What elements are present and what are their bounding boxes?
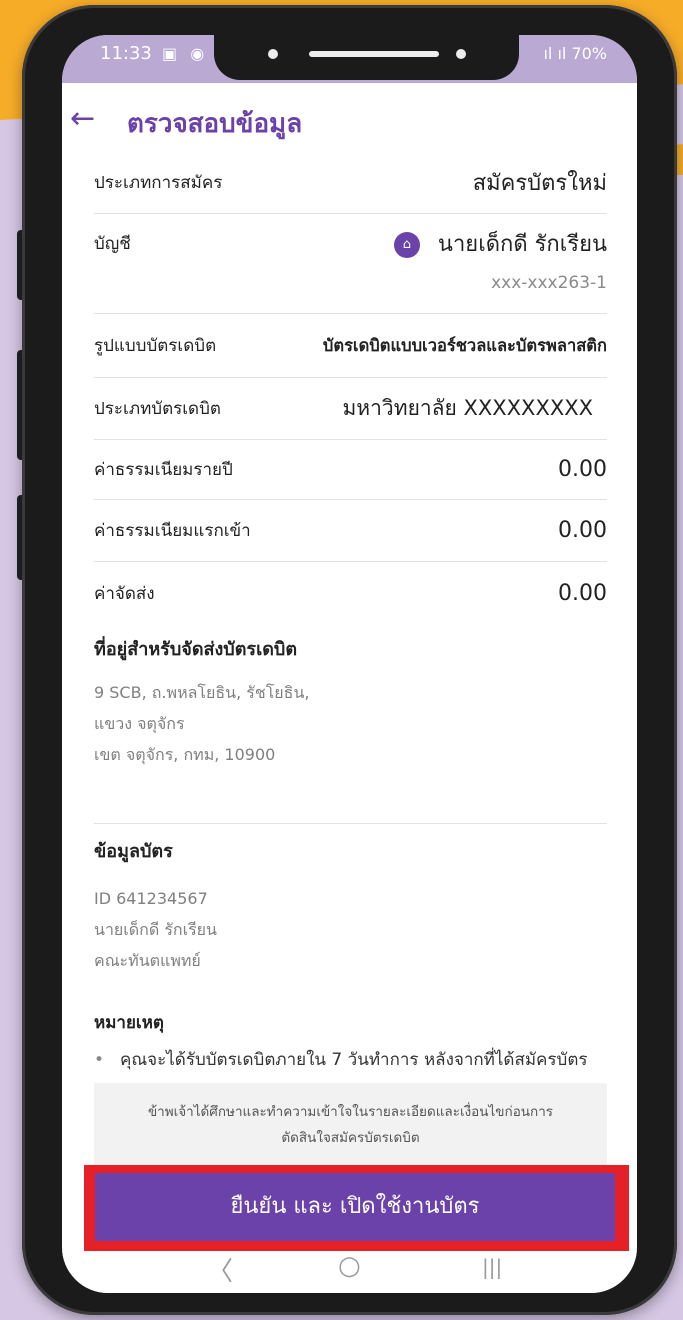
card-info-line: ID 641234567 <box>94 889 208 908</box>
field-label: บัญชี <box>94 234 131 254</box>
field-value: บัตรเดบิตแบบเวอร์ชวลและบัตรพลาสติก <box>322 335 607 355</box>
camera-dot <box>268 49 278 59</box>
card-info-section: ข้อมูลบัตร ID 641234567 นายเด็กดี รักเรี… <box>94 824 607 1009</box>
row-delivery-fee: ค่าจัดส่ง 0.00 <box>94 562 607 624</box>
terms-disclaimer: ข้าพเจ้าได้ศึกษาและทำความเข้าใจในรายละเอ… <box>94 1083 607 1171</box>
phone-frame: 11:33 ▣ ◉ ıl ıl 70% ← ตรวจสอบข้อมูล ประเ… <box>22 5 677 1315</box>
field-label: ค่าธรรมเนียมรายปี <box>94 460 233 480</box>
speaker-grille <box>309 51 439 57</box>
field-label: ค่าจัดส่ง <box>94 583 155 604</box>
battery-level: 70% <box>571 44 607 63</box>
section-title: ที่อยู่สำหรับจัดส่งบัตรเดบิต <box>94 639 298 660</box>
field-value: มหาวิทยาลัย XXXXXXXXX <box>342 396 593 420</box>
section-title: ข้อมูลบัตร <box>94 841 173 862</box>
back-arrow-icon[interactable]: ← <box>70 101 110 141</box>
account-info: ⌂ นายเด็กดี รักเรียน xxx-xxx263-1 <box>393 226 607 293</box>
app-bar: ← ตรวจสอบข้อมูล <box>62 93 637 153</box>
card-info-line: นายเด็กดี รักเรียน <box>94 920 217 939</box>
field-label: ประเภทบัตรเดบิต <box>94 399 221 419</box>
camera-notch <box>214 35 519 80</box>
address-line: แขวง จตุจักร <box>94 714 185 733</box>
field-label: ประเภทการสมัคร <box>94 173 223 193</box>
row-account: บัญชี ⌂ นายเด็กดี รักเรียน xxx-xxx263-1 <box>94 214 607 314</box>
signal-icon: ıl ıl <box>543 44 572 63</box>
camera-dot <box>456 49 466 59</box>
notification-icons: ▣ ◉ <box>162 44 209 63</box>
card-info-line: คณะทันตแพทย์ <box>94 951 201 970</box>
account-number: xxx-xxx263-1 <box>491 273 607 293</box>
address-line: เขต จตุจักร, กทม, 10900 <box>94 745 276 764</box>
disclaimer-line: ตัดสินใจสมัครบัตรเดบิต <box>281 1130 420 1146</box>
account-name: นายเด็กดี รักเรียน <box>437 232 607 257</box>
row-card-format: รูปแบบบัตรเดบิต บัตรเดบิตแบบเวอร์ชวลและบ… <box>94 314 607 378</box>
row-entry-fee: ค่าธรรมเนียมแรกเข้า 0.00 <box>94 500 607 562</box>
nav-home-icon[interactable]: ○ <box>338 1251 361 1281</box>
screen: 11:33 ▣ ◉ ıl ıl 70% ← ตรวจสอบข้อมูล ประเ… <box>62 35 637 1293</box>
field-label: ค่าธรรมเนียมแรกเข้า <box>94 521 251 541</box>
review-details: ประเภทการสมัคร สมัครบัตรใหม่ บัญชี ⌂ นายเ… <box>94 152 607 1119</box>
highlight-frame: ยืนยัน และ เปิดใช้งานบัตร <box>84 1165 629 1253</box>
row-annual-fee: ค่าธรรมเนียมรายปี 0.00 <box>94 440 607 500</box>
status-time: 11:33 <box>100 43 152 64</box>
system-nav-bar: 〈 ○ ||| <box>62 1251 637 1293</box>
disclaimer-line: ข้าพเจ้าได้ศึกษาและทำความเข้าใจในรายละเอ… <box>147 1104 554 1120</box>
nav-recents-icon[interactable]: ||| <box>482 1255 502 1279</box>
delivery-address-section: ที่อยู่สำหรับจัดส่งบัตรเดบิต 9 SCB, ถ.พห… <box>94 624 607 824</box>
status-right: ıl ıl 70% <box>543 44 607 63</box>
row-application-type: ประเภทการสมัคร สมัครบัตรใหม่ <box>94 152 607 214</box>
address-line: 9 SCB, ถ.พหลโยธิน, รัชโยธิน, <box>94 683 310 702</box>
field-value: 0.00 <box>558 580 607 606</box>
page-title: ตรวจสอบข้อมูล <box>127 109 303 139</box>
bank-icon: ⌂ <box>393 232 420 258</box>
row-card-type: ประเภทบัตรเดบิต มหาวิทยาลัย XXXXXXXXX <box>94 378 607 440</box>
field-value: 0.00 <box>558 457 607 482</box>
nav-back-icon[interactable]: 〈 <box>207 1251 233 1288</box>
confirm-activate-button[interactable]: ยืนยัน และ เปิดใช้งานบัตร <box>95 1173 615 1241</box>
note-title: หมายเหตุ <box>94 1013 164 1033</box>
field-value: สมัครบัตรใหม่ <box>472 171 607 196</box>
field-label: รูปแบบบัตรเดบิต <box>94 336 217 356</box>
field-value: 0.00 <box>558 518 607 543</box>
